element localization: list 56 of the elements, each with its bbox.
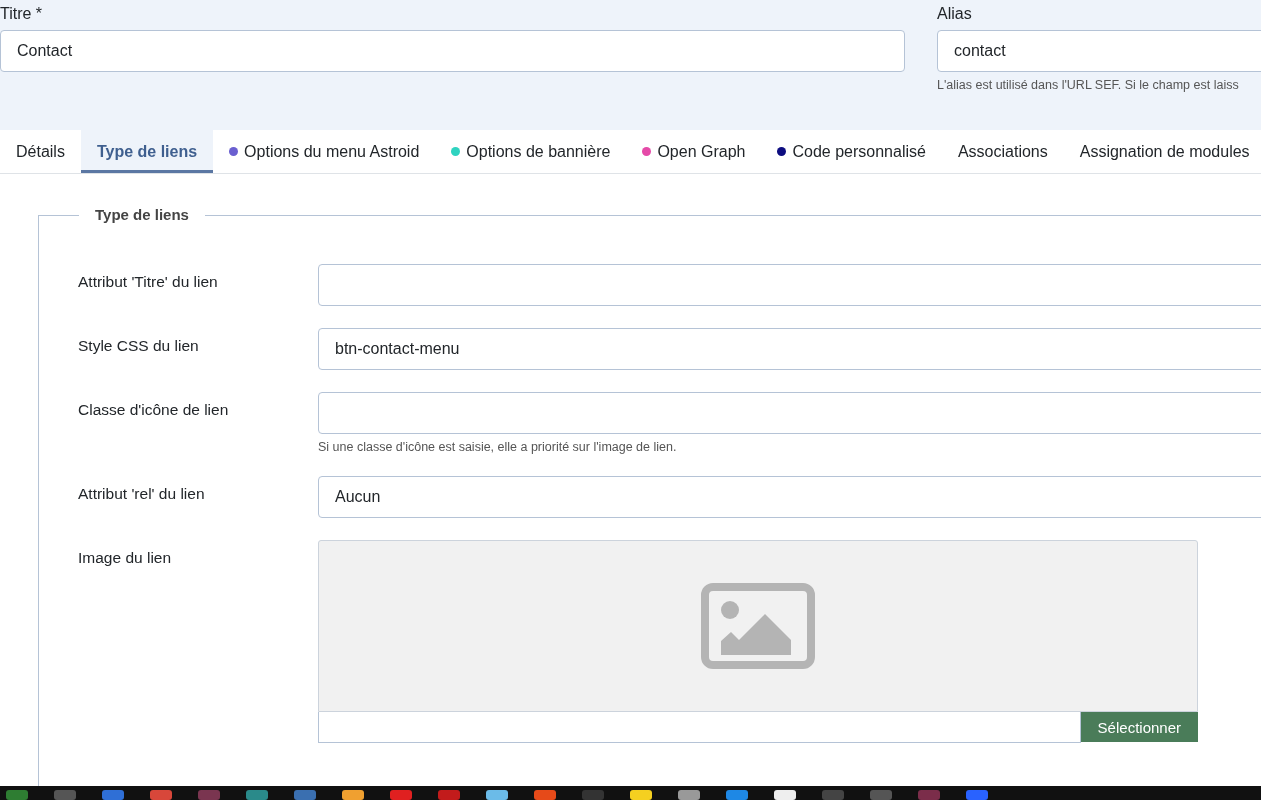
input-field[interactable] bbox=[318, 264, 1261, 306]
field-label: Alias bbox=[937, 4, 973, 24]
tab[interactable]: Open Graph bbox=[626, 130, 762, 173]
tab[interactable]: Détails bbox=[0, 130, 81, 173]
tab-label: Assignation de modules bbox=[1079, 142, 1250, 161]
tab-label: Associations bbox=[957, 142, 1048, 161]
input-field[interactable] bbox=[318, 712, 1081, 743]
app-icon[interactable] bbox=[726, 790, 748, 800]
tab-label: Détails bbox=[16, 142, 65, 161]
input-field[interactable] bbox=[318, 392, 1261, 434]
tab-label: Open Graph bbox=[657, 142, 746, 161]
app-icon[interactable] bbox=[198, 790, 220, 800]
app-icon[interactable] bbox=[294, 790, 316, 800]
fieldset-legend: Type de liens bbox=[79, 206, 205, 223]
app-icon[interactable] bbox=[150, 790, 172, 800]
app-icon[interactable] bbox=[534, 790, 556, 800]
field-label: Attribut 'Titre' du lien bbox=[78, 272, 219, 292]
app-icon[interactable] bbox=[438, 790, 460, 800]
tab[interactable]: Code personnalisé bbox=[761, 130, 942, 173]
app-icon[interactable] bbox=[630, 790, 652, 800]
select-button[interactable]: Sélectionner bbox=[1080, 712, 1198, 742]
tab[interactable]: Type de liens bbox=[80, 130, 214, 173]
app-icon[interactable] bbox=[486, 790, 508, 800]
app-icon[interactable] bbox=[54, 790, 76, 800]
app-icon[interactable] bbox=[822, 790, 844, 800]
tab-label: Options de bannière bbox=[466, 142, 611, 161]
tab-label: Code personnalisé bbox=[792, 142, 926, 161]
app-icon[interactable] bbox=[342, 790, 364, 800]
app-icon[interactable] bbox=[870, 790, 892, 800]
field-label: Classe d'icône de lien bbox=[78, 400, 230, 420]
app-icon[interactable] bbox=[582, 790, 604, 800]
field-label: Titre * bbox=[0, 4, 44, 24]
app-icon[interactable] bbox=[246, 790, 268, 800]
help-text: Si une classe d'icône est saisie, elle a priorité sur l'image de lien. bbox=[318, 439, 678, 454]
image-placeholder-icon bbox=[701, 583, 815, 669]
app-icon[interactable] bbox=[774, 790, 796, 800]
app-icon[interactable] bbox=[966, 790, 988, 800]
input-field[interactable]: btn-contact-menu bbox=[318, 328, 1261, 370]
tab[interactable]: Options du menu Astroid bbox=[213, 130, 436, 173]
app-icon[interactable] bbox=[918, 790, 940, 800]
tab-label: Type de liens bbox=[96, 142, 198, 161]
app-icon[interactable] bbox=[6, 790, 28, 800]
title-field[interactable]: Contact bbox=[0, 30, 905, 72]
alias-field[interactable]: contact bbox=[937, 30, 1261, 72]
tab[interactable]: Options de bannière bbox=[435, 130, 627, 173]
tab[interactable]: Assignation de modules bbox=[1063, 130, 1261, 173]
field-label: Attribut 'rel' du lien bbox=[78, 484, 206, 504]
app-icon[interactable] bbox=[102, 790, 124, 800]
field-label: Image du lien bbox=[78, 548, 173, 568]
app-icon[interactable] bbox=[678, 790, 700, 800]
help-text: L'alias est utilisé dans l'URL SEF. Si le champ est laiss bbox=[937, 77, 1240, 92]
app-icon[interactable] bbox=[390, 790, 412, 800]
tab[interactable]: Associations bbox=[941, 130, 1064, 173]
tab-label: Options du menu Astroid bbox=[244, 142, 420, 161]
select-field[interactable]: Aucun bbox=[318, 476, 1261, 518]
field-label: Style CSS du lien bbox=[78, 336, 200, 356]
